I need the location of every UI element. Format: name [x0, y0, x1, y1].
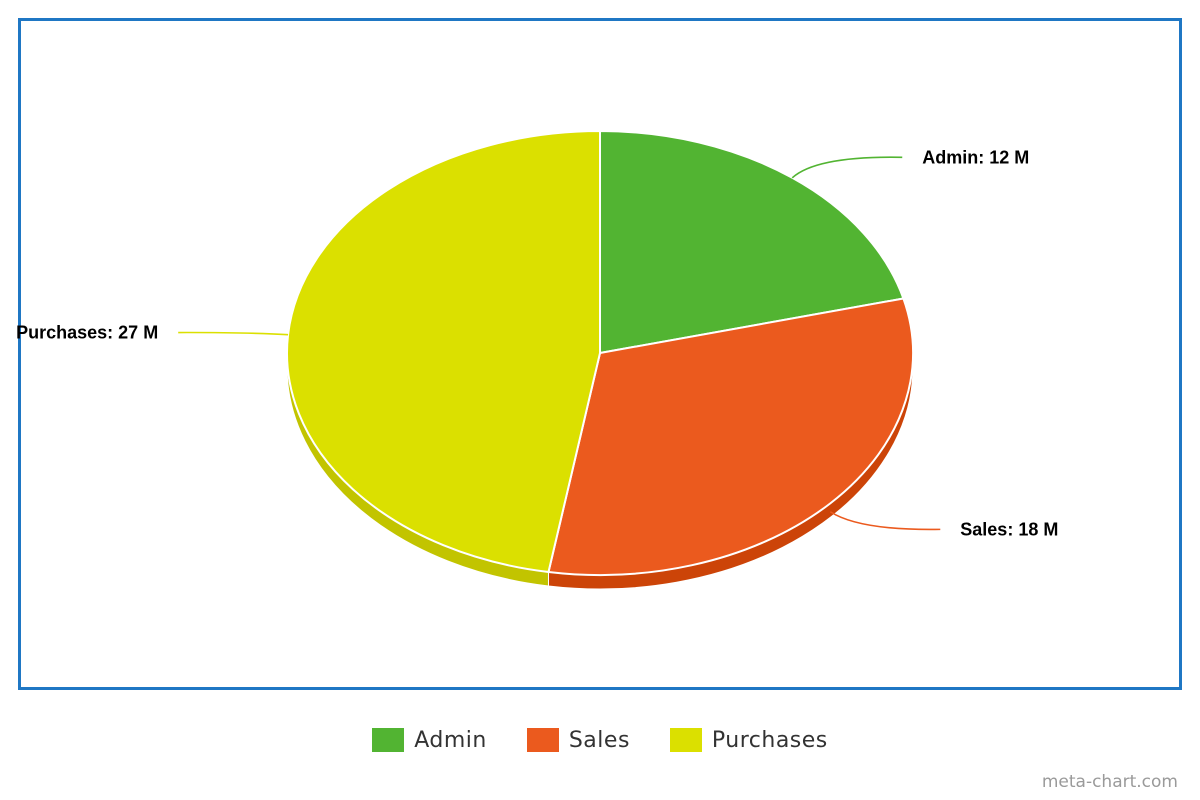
watermark[interactable]: meta-chart.com [1042, 772, 1178, 792]
legend-label-admin: Admin [414, 727, 487, 753]
label-connector-sales [829, 511, 941, 531]
legend-swatch-sales [526, 728, 559, 752]
legend: Admin Sales Purchases [0, 722, 1200, 758]
pie-slice-purchases[interactable] [286, 130, 601, 573]
legend-label-sales: Sales [568, 727, 630, 753]
slice-label-purchases: Purchases: 27 M [16, 323, 158, 343]
legend-item-admin[interactable]: Admin [372, 728, 487, 753]
slice-label-sales: Sales: 18 M [960, 519, 1058, 539]
legend-swatch-admin [372, 728, 405, 752]
slice-label-admin: Admin: 12 M [922, 147, 1029, 167]
legend-swatch-purchases [669, 728, 702, 752]
label-connector-purchases [178, 331, 289, 336]
legend-label-purchases: Purchases [711, 727, 828, 753]
pie-slices [286, 130, 914, 576]
legend-item-purchases[interactable]: Purchases [669, 727, 828, 753]
pie-chart: Admin: 12 M Sales: 18 M Purchases: 27 M [16, 130, 1058, 590]
legend-item-sales[interactable]: Sales [526, 727, 630, 753]
label-connector-admin [791, 156, 903, 179]
